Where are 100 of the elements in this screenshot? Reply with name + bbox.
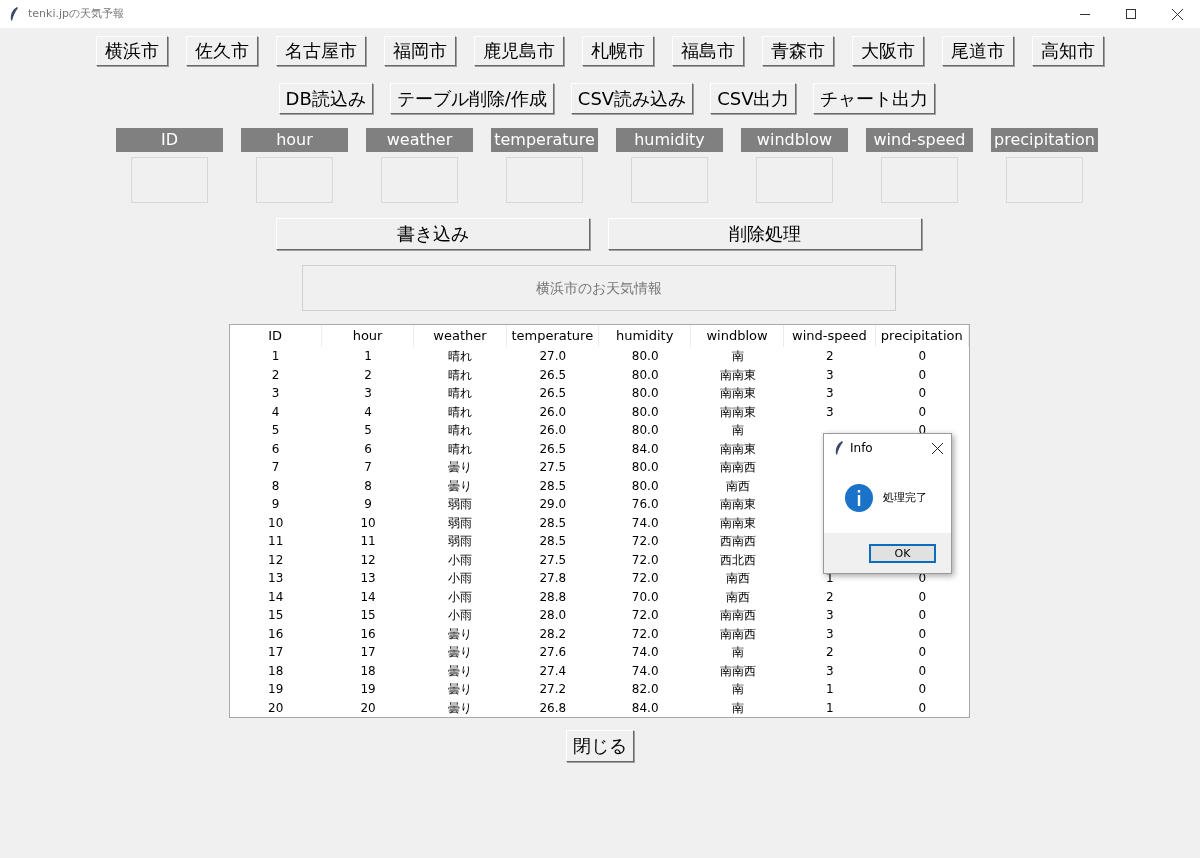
input-field[interactable] xyxy=(631,157,708,203)
city-button[interactable]: 福岡市 xyxy=(384,36,456,66)
table-cell-text: 5 xyxy=(364,422,372,440)
table-cell-text: 70.0 xyxy=(631,588,659,606)
table-cell-text: 南西 xyxy=(725,570,750,588)
table-cell-text: 南南東 xyxy=(719,385,756,403)
table-cell-text: 西南西 xyxy=(719,533,756,551)
table-cell-text: 17 xyxy=(360,644,376,662)
table-cell-text: 0 xyxy=(918,366,927,384)
city-button[interactable]: 青森市 xyxy=(762,36,834,66)
table-cell-text: 29.0 xyxy=(539,496,567,514)
input-field[interactable] xyxy=(756,157,833,203)
close-window-button[interactable]: 閉じる xyxy=(566,730,634,762)
table-cell-text: 10 xyxy=(268,514,284,532)
table-cell-text: 2 xyxy=(271,366,280,384)
city-button[interactable]: 尾道市 xyxy=(942,36,1014,66)
info-icon xyxy=(845,484,873,512)
table-cell-text: 4 xyxy=(271,403,280,421)
window-title: tenki.jpの天気予報 xyxy=(28,5,124,22)
city-button[interactable]: 大阪市 xyxy=(852,36,924,66)
table-cell-text: 82.0 xyxy=(631,681,659,699)
table-cell-text: 19 xyxy=(268,681,284,699)
table-cell-text: 0 xyxy=(918,662,927,680)
input-field[interactable] xyxy=(381,157,458,203)
table-cell-text: 曇り xyxy=(448,625,473,643)
column-header[interactable]: precipitation xyxy=(880,326,963,346)
field-label: weather xyxy=(366,128,473,152)
table-cell-text: 3 xyxy=(364,385,372,403)
table-cell-text: 5 xyxy=(271,422,280,440)
action-button[interactable]: CSV出力 xyxy=(710,83,797,114)
table-cell-text: 3 xyxy=(826,607,834,625)
column-header[interactable]: hour xyxy=(352,326,383,346)
table-cell-text: 9 xyxy=(271,496,280,514)
input-field[interactable] xyxy=(506,157,583,203)
field-label: humidity xyxy=(616,128,723,152)
table-cell-text: 晴れ xyxy=(448,422,473,440)
table-cell-text: 南 xyxy=(731,644,744,662)
table-cell-text: 16 xyxy=(360,625,376,643)
table-cell-text: 84.0 xyxy=(631,440,659,458)
table-cell-text: 12 xyxy=(360,551,376,569)
input-field[interactable] xyxy=(1006,157,1083,203)
table-cell-text: 14 xyxy=(268,588,284,606)
city-button[interactable]: 名古屋市 xyxy=(276,36,366,66)
table-cell-text: 小雨 xyxy=(448,570,473,588)
field-label: windblow xyxy=(741,128,848,152)
field-label: wind-speed xyxy=(866,128,973,152)
action-button[interactable]: DB読込み xyxy=(278,83,373,114)
action-button[interactable]: チャート出力 xyxy=(813,83,936,114)
table-cell-text: 0 xyxy=(918,588,927,606)
edit-button[interactable]: 削除処理 xyxy=(608,218,922,250)
ok-button[interactable]: OK xyxy=(869,543,936,563)
table-cell-text: 3 xyxy=(826,385,834,403)
table-cell-text: 西北西 xyxy=(719,551,756,569)
table-cell-text: 3 xyxy=(271,385,280,403)
table-cell-text: 72.0 xyxy=(631,607,659,625)
table-cell-text: 小雨 xyxy=(448,607,473,625)
table-cell-text: 0 xyxy=(918,625,927,643)
field-label: precipitation xyxy=(991,128,1098,152)
column-header[interactable]: windblow xyxy=(706,326,768,346)
table-cell-text: 13 xyxy=(268,570,284,588)
table-cell-text: 弱雨 xyxy=(448,496,473,514)
dialog-title: Info xyxy=(850,440,873,457)
table-cell-text: 小雨 xyxy=(448,588,473,606)
table-cell-text: 曇り xyxy=(448,699,473,717)
action-button[interactable]: CSV読み込み xyxy=(570,83,694,114)
city-button[interactable]: 佐久市 xyxy=(186,36,258,66)
input-field[interactable] xyxy=(881,157,958,203)
city-button[interactable]: 横浜市 xyxy=(96,36,168,66)
city-button[interactable]: 鹿児島市 xyxy=(474,36,564,66)
column-header[interactable]: temperature xyxy=(511,326,594,346)
table-cell-text: 8 xyxy=(271,477,280,495)
city-button[interactable]: 高知市 xyxy=(1032,36,1104,66)
table-cell-text: 26.5 xyxy=(539,440,567,458)
info-label: 横浜市のお天気情報 xyxy=(302,265,896,311)
input-field[interactable] xyxy=(256,157,333,203)
table-cell-text: 晴れ xyxy=(448,440,473,458)
close-icon xyxy=(932,442,943,454)
action-button[interactable]: テーブル削除/作成 xyxy=(389,83,554,114)
city-button[interactable]: 札幌市 xyxy=(582,36,654,66)
column-header[interactable]: ID xyxy=(268,326,283,346)
close-button[interactable] xyxy=(932,442,943,454)
table-cell-text: 南南東 xyxy=(719,440,756,458)
table-cell-text: 3 xyxy=(826,662,834,680)
column-header[interactable]: wind-speed xyxy=(792,326,867,346)
table-cell-text: 28.0 xyxy=(539,607,567,625)
table-cell-text: 2 xyxy=(364,366,372,384)
column-header[interactable]: humidity xyxy=(615,326,674,346)
column-header[interactable]: weather xyxy=(433,326,487,346)
edit-button[interactable]: 書き込み xyxy=(276,218,590,250)
table-cell-text: 72.0 xyxy=(631,533,659,551)
table-cell-text: 3 xyxy=(826,403,834,421)
input-field[interactable] xyxy=(131,157,208,203)
table-cell-text: 18 xyxy=(268,662,284,680)
table-cell-text: 80.0 xyxy=(631,348,659,366)
table-cell-text: 曇り xyxy=(448,681,473,699)
table-cell-text: 17 xyxy=(268,644,284,662)
city-button[interactable]: 福島市 xyxy=(672,36,744,66)
table-cell-text: 28.8 xyxy=(539,588,567,606)
table-cell-text: 南 xyxy=(731,681,744,699)
table-cell-text: 8 xyxy=(364,477,372,495)
